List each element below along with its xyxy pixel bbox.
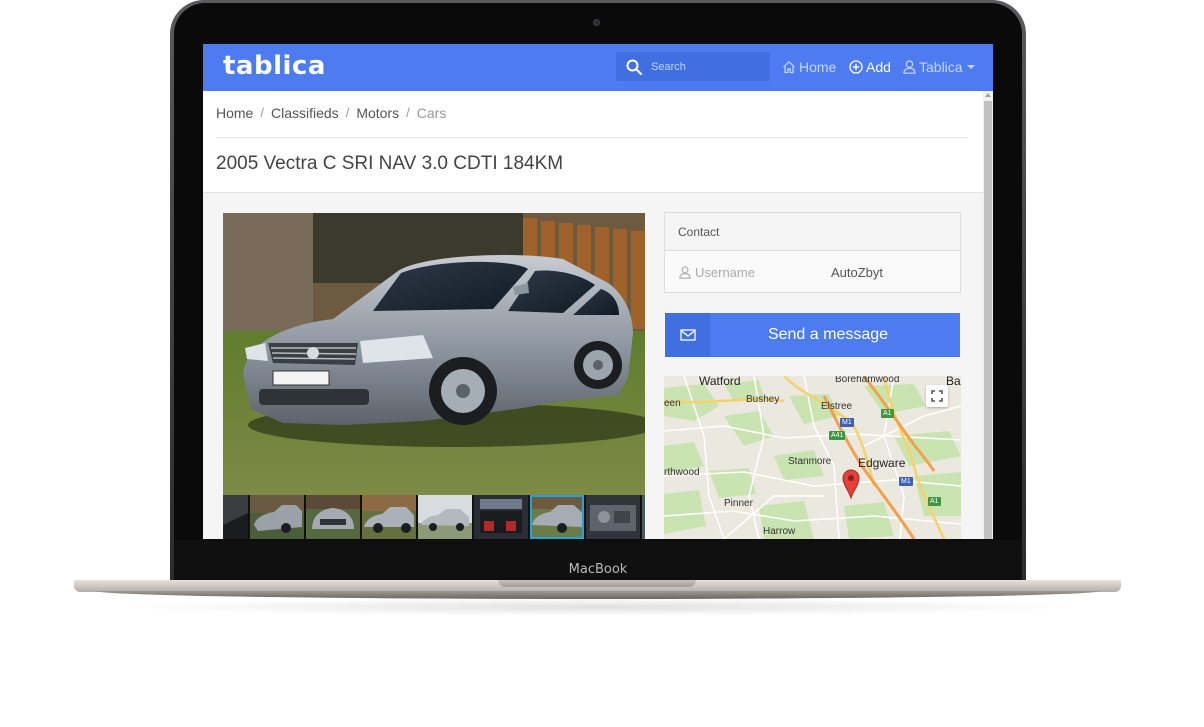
- thumbnail[interactable]: [642, 495, 645, 539]
- listing-main-photo[interactable]: [223, 213, 645, 495]
- thumbnail[interactable]: [586, 495, 640, 539]
- camera-icon: [593, 19, 600, 26]
- fullscreen-button[interactable]: [926, 385, 948, 407]
- listing-title: 2005 Vectra C SRI NAV 3.0 CDTI 184KM: [216, 153, 564, 174]
- page-scrollbar[interactable]: [983, 91, 993, 539]
- car-photo-icon: [223, 213, 645, 495]
- map-place-label: Edgware: [858, 456, 906, 470]
- breadcrumb-item-home[interactable]: Home: [216, 105, 253, 121]
- thumbnail[interactable]: [418, 495, 472, 539]
- scroll-up-arrow-icon[interactable]: [985, 93, 991, 97]
- nav-home-label: Home: [799, 59, 837, 75]
- map-place-label: Elstree: [821, 401, 853, 412]
- breadcrumb-item-classifieds[interactable]: Classifieds: [271, 105, 339, 121]
- breadcrumb: Home / Classifieds / Motors / Cars: [216, 105, 446, 121]
- laptop-shadow: [120, 598, 1080, 616]
- username-label: Username: [695, 264, 755, 280]
- nav-user-dropdown[interactable]: Tablica: [903, 59, 975, 75]
- thumbnail[interactable]: [362, 495, 416, 539]
- map-place-label: Harrow: [763, 526, 796, 537]
- divider: [216, 137, 968, 138]
- device-brand-label: MacBook: [568, 562, 628, 577]
- contact-panel: Contact Username AutoZbyt: [664, 212, 961, 293]
- breadcrumb-item-motors[interactable]: Motors: [356, 105, 399, 121]
- envelope-icon: [665, 313, 710, 357]
- send-message-label: Send a message: [767, 326, 889, 343]
- nav-add-label: Add: [866, 59, 891, 75]
- chevron-down-icon: [966, 65, 975, 69]
- road-shield: M1: [840, 418, 854, 427]
- navbar: tablica Home Add Tablica: [203, 44, 993, 91]
- map-place-label: Ba: [946, 376, 961, 388]
- nav-user-label: Tablica: [919, 59, 963, 75]
- breadcrumb-separator: /: [345, 105, 350, 120]
- map-place-label: Bushey: [746, 394, 780, 405]
- map-marker-icon[interactable]: [842, 469, 860, 504]
- username-value: AutoZbyt: [831, 264, 884, 280]
- browser-viewport: tablica Home Add Tablica Home /: [203, 44, 993, 539]
- search-input[interactable]: [651, 60, 761, 73]
- thumbnail-strip: [223, 495, 645, 539]
- map-place-label: Pinner: [724, 498, 753, 509]
- breadcrumb-separator: /: [406, 105, 410, 120]
- thumbnail[interactable]: [223, 495, 248, 539]
- home-icon: [783, 60, 795, 74]
- map-place-label: rthwood: [664, 467, 700, 478]
- road-shield: M1: [899, 477, 913, 486]
- username-label-cell: Username: [665, 265, 831, 280]
- laptop-mockup: MacBook tablica Home Add Tablica: [0, 0, 1204, 727]
- map-place-label: Stanmore: [788, 456, 832, 467]
- nav-add-link[interactable]: Add: [849, 59, 891, 75]
- road-shield: A1: [881, 409, 894, 418]
- scrollbar-thumb[interactable]: [984, 101, 992, 539]
- contact-heading: Contact: [665, 213, 960, 251]
- user-icon: [903, 60, 916, 74]
- map-place-label: Watford: [699, 376, 741, 388]
- location-map[interactable]: Watford Borehamwood Ba Bushey Elstree ee…: [664, 376, 961, 539]
- user-icon: [679, 265, 691, 279]
- thumbnail[interactable]: [250, 495, 304, 539]
- nav-home-link[interactable]: Home: [782, 59, 836, 75]
- breadcrumb-separator: /: [260, 105, 264, 120]
- thumbnail[interactable]: [306, 495, 360, 539]
- thumbnail-selected[interactable]: [530, 495, 584, 539]
- send-message-button[interactable]: Send a message: [665, 313, 960, 357]
- fullscreen-icon: [931, 390, 943, 402]
- search-icon: [626, 59, 642, 75]
- road-shield: A1: [928, 497, 941, 506]
- site-logo[interactable]: tablica: [223, 51, 326, 81]
- map-place-label: een: [664, 398, 681, 409]
- road-shield: A41: [829, 431, 846, 440]
- breadcrumb-item-cars: Cars: [416, 105, 447, 121]
- search-box[interactable]: [616, 52, 770, 81]
- contact-username-row: Username AutoZbyt: [665, 251, 960, 293]
- thumbnail[interactable]: [474, 495, 528, 539]
- map-place-label: Borehamwood: [835, 376, 900, 385]
- plus-circle-icon: [849, 60, 863, 74]
- laptop-notch: [498, 580, 696, 587]
